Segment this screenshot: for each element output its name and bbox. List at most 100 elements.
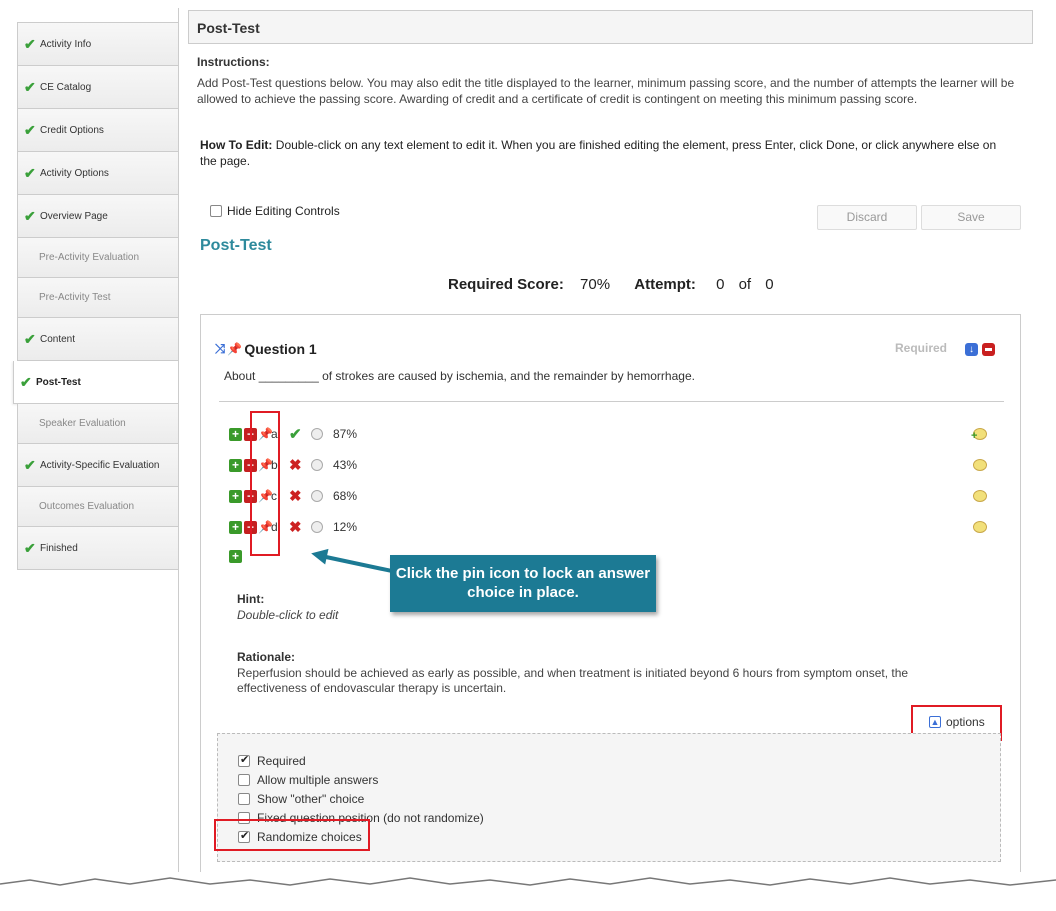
sidebar-item-label: CE Catalog (40, 81, 92, 93)
add-answer-row: + (229, 548, 244, 564)
checkmark-icon: ✔ (24, 36, 36, 52)
callout-arrow (325, 555, 391, 573)
allow-multiple-checkbox[interactable] (238, 774, 250, 786)
feedback-icon[interactable] (973, 459, 987, 471)
checkmark-icon: ✔ (24, 165, 36, 181)
feedback-icon[interactable] (973, 521, 987, 533)
checkmark-icon: ✔ (24, 79, 36, 95)
feedback-icon[interactable] (973, 490, 987, 502)
shuffle-icon[interactable]: ⤨ (215, 341, 225, 357)
attempt-current: 0 (716, 276, 725, 293)
sidebar-item-label: Credit Options (40, 124, 104, 136)
answer-row: + − 📌 b. ✖ 43% (229, 456, 357, 474)
save-button[interactable]: Save (921, 205, 1021, 230)
discard-button[interactable]: Discard (817, 205, 917, 230)
add-answer-icon[interactable]: + (229, 489, 242, 503)
incorrect-x-icon[interactable]: ✖ (289, 456, 311, 474)
answer-value[interactable]: 12% (333, 520, 357, 534)
answer-value[interactable]: 87% (333, 427, 357, 441)
answer-row: + − 📌 d. ✖ 12% (229, 518, 357, 536)
sidebar-item-pre-activity-test[interactable]: Pre-Activity Test (17, 278, 178, 318)
pin-icon[interactable]: 📌 (227, 342, 242, 356)
answer-row: + − 📌 c. ✖ 68% (229, 487, 357, 505)
hide-editing-label: Hide Editing Controls (227, 204, 340, 218)
question-title-row: ⤨ 📌 Question 1 (215, 341, 317, 357)
checkmark-icon: ✔ (24, 122, 36, 138)
option-show-other[interactable]: Show "other" choice (238, 792, 364, 806)
answer-radio[interactable] (311, 490, 323, 502)
sidebar-item-overview-page[interactable]: ✔ Overview Page (17, 195, 178, 238)
main-content: Post-Test Instructions: Add Post-Test qu… (188, 10, 1033, 894)
sidebar-item-credit-options[interactable]: ✔ Credit Options (17, 109, 178, 152)
instructions-text: Add Post-Test questions below. You may a… (197, 76, 1015, 106)
answer-value[interactable]: 43% (333, 458, 357, 472)
answer-value[interactable]: 68% (333, 489, 357, 503)
how-to-edit-text: Double-click on any text element to edit… (200, 138, 997, 168)
sidebar-item-label: Activity Info (40, 38, 92, 50)
sidebar-item-activity-info[interactable]: ✔ Activity Info (17, 23, 178, 66)
sidebar-item-activity-options[interactable]: ✔ Activity Options (17, 152, 178, 195)
hint-label: Hint: (237, 592, 265, 606)
sidebar-item-finished[interactable]: ✔ Finished (17, 527, 178, 570)
sidebar-item-label: Pre-Activity Evaluation (39, 252, 140, 263)
callout-arrow-head (309, 545, 329, 565)
test-heading[interactable]: Post-Test (200, 237, 272, 255)
how-to-edit-label: How To Edit: (200, 138, 273, 152)
randomize-highlight-box (214, 819, 370, 851)
checkmark-icon: ✔ (24, 331, 36, 347)
checkmark-icon: ✔ (24, 540, 36, 556)
incorrect-x-icon[interactable]: ✖ (289, 487, 311, 505)
add-answer-icon[interactable]: + (229, 520, 242, 534)
attempt-total[interactable]: 0 (765, 276, 773, 293)
rationale-text[interactable]: Reperfusion should be achieved as early … (237, 666, 937, 696)
add-answer-icon[interactable]: + (229, 549, 242, 563)
sidebar-item-pre-activity-evaluation[interactable]: Pre-Activity Evaluation (17, 238, 178, 278)
torn-edge-shape (0, 877, 1056, 886)
hide-editing-controls[interactable]: Hide Editing Controls (210, 204, 340, 218)
required-score-value[interactable]: 70% (580, 276, 610, 293)
required-score-line: Required Score: 70% Attempt: 0 of 0 (448, 276, 784, 293)
delete-question-icon[interactable] (982, 343, 995, 356)
divider (219, 401, 1004, 402)
sidebar-item-ce-catalog[interactable]: ✔ CE Catalog (17, 66, 178, 109)
required-checkbox[interactable] (238, 753, 250, 767)
sidebar-item-outcomes-evaluation[interactable]: Outcomes Evaluation (17, 487, 178, 527)
hint-text[interactable]: Double-click to edit (237, 608, 338, 622)
sidebar-item-post-test[interactable]: ✔ Post-Test (13, 361, 178, 404)
divider (178, 8, 179, 888)
sidebar-item-label: Content (40, 333, 76, 345)
torn-edge (0, 872, 1056, 911)
rationale-label: Rationale: (237, 650, 296, 664)
callout-tooltip: Click the pin icon to lock an answer cho… (390, 555, 656, 612)
option-allow-multiple[interactable]: Allow multiple answers (238, 773, 378, 787)
incorrect-x-icon[interactable]: ✖ (289, 518, 311, 536)
sidebar-item-speaker-evaluation[interactable]: Speaker Evaluation (17, 404, 178, 444)
answer-radio[interactable] (311, 428, 323, 440)
add-answer-icon[interactable]: + (229, 427, 242, 441)
how-to-edit: How To Edit: Double-click on any text el… (200, 137, 1000, 169)
sidebar-item-label: Overview Page (40, 210, 108, 222)
sidebar-item-content[interactable]: ✔ Content (17, 318, 178, 361)
sidebar-item-activity-specific-evaluation[interactable]: ✔ Activity-Specific Evaluation (17, 444, 178, 487)
required-tag: Required (895, 341, 948, 355)
move-down-icon[interactable]: ↓ (965, 343, 978, 356)
add-feedback-icon[interactable] (971, 428, 987, 442)
correct-check-icon[interactable]: ✔ (289, 425, 311, 443)
add-answer-icon[interactable]: + (229, 458, 242, 472)
checkmark-icon: ✔ (24, 457, 36, 473)
sidebar-item-label: Outcomes Evaluation (39, 501, 135, 512)
answer-radio[interactable] (311, 521, 323, 533)
option-required[interactable]: Required (238, 753, 306, 768)
sidebar-item-label: Finished (40, 542, 78, 554)
question-title[interactable]: Question 1 (244, 341, 316, 357)
answer-radio[interactable] (311, 459, 323, 471)
show-other-checkbox[interactable] (238, 793, 250, 805)
sidebar-item-label: Activity Options (40, 167, 109, 179)
hide-editing-checkbox[interactable] (210, 205, 222, 217)
question-panel: ⤨ 📌 Question 1 Required ↓ About ________… (200, 314, 1021, 894)
page-title: Post-Test (188, 10, 1033, 44)
question-text[interactable]: About _________ of strokes are caused by… (224, 369, 695, 383)
checkmark-icon: ✔ (20, 374, 32, 390)
pin-highlight-box (250, 411, 280, 556)
option-label: Allow multiple answers (257, 773, 379, 787)
